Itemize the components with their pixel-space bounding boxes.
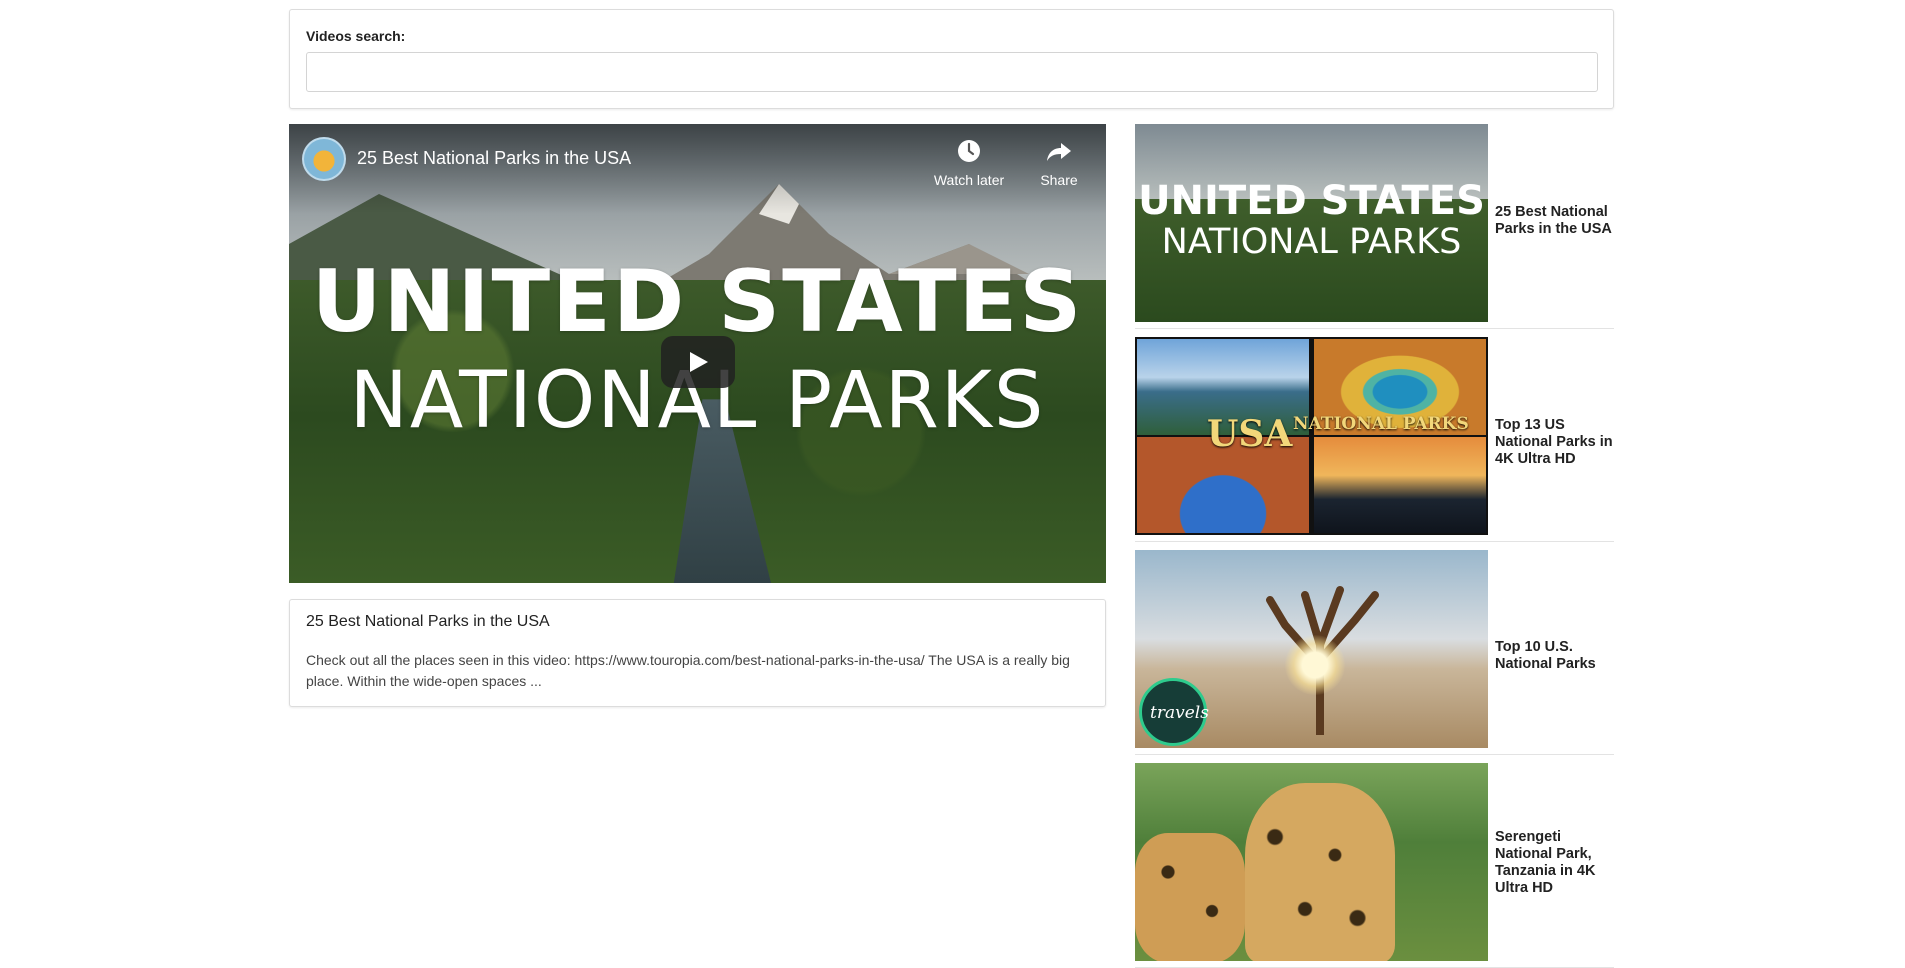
search-panel: Videos search: [289, 9, 1614, 109]
list-item[interactable]: USA NATIONAL PARKS Top 13 US National Pa… [1135, 337, 1614, 542]
list-item[interactable]: travels Top 10 U.S. National Parks [1135, 550, 1614, 755]
channel-avatar[interactable] [302, 137, 346, 181]
video-title: 25 Best National Parks in the USA [306, 613, 550, 630]
video-thumbnail[interactable] [1135, 763, 1488, 961]
list-item[interactable]: UNITED STATES NATIONAL PARKS 25 Best Nat… [1135, 124, 1614, 329]
list-item[interactable]: Serengeti National Park, Tanzania in 4K … [1135, 763, 1614, 968]
list-item-title[interactable]: Serengeti National Park, Tanzania in 4K … [1495, 829, 1614, 897]
player-title[interactable]: 25 Best National Parks in the USA [357, 148, 631, 169]
watch-later-label: Watch later [933, 172, 1005, 188]
video-thumbnail[interactable]: UNITED STATES NATIONAL PARKS [1135, 124, 1488, 322]
thumbnail-text: NATIONAL PARKS [1293, 414, 1469, 434]
thumbnail-text: UNITED STATES [1138, 178, 1485, 224]
play-icon [690, 352, 708, 372]
search-label: Videos search: [306, 28, 406, 44]
channel-logo: travels [1139, 678, 1209, 746]
video-info-panel: 25 Best National Parks in the USA Check … [289, 599, 1106, 707]
watch-later-button[interactable]: Watch later [927, 136, 1011, 188]
list-item-title[interactable]: Top 10 U.S. National Parks [1495, 639, 1614, 673]
search-input[interactable] [306, 52, 1598, 92]
video-thumbnail[interactable]: USA NATIONAL PARKS [1135, 337, 1488, 535]
thumbnail-text: NATIONAL PARKS [1161, 222, 1462, 262]
video-description: Check out all the places seen in this vi… [306, 652, 1070, 689]
thumbnail-text: USA [1207, 413, 1293, 455]
video-player[interactable]: 25 Best National Parks in the USA Watch … [289, 124, 1106, 583]
share-label: Share [1040, 172, 1078, 188]
share-arrow-icon [1047, 143, 1071, 161]
list-item-title[interactable]: 25 Best National Parks in the USA [1495, 204, 1614, 238]
video-thumbnail[interactable]: travels [1135, 550, 1488, 748]
play-button[interactable] [661, 336, 735, 388]
list-item-title[interactable]: Top 13 US National Parks in 4K Ultra HD [1495, 417, 1614, 468]
clock-icon [958, 140, 980, 162]
share-button[interactable]: Share [1028, 136, 1090, 188]
